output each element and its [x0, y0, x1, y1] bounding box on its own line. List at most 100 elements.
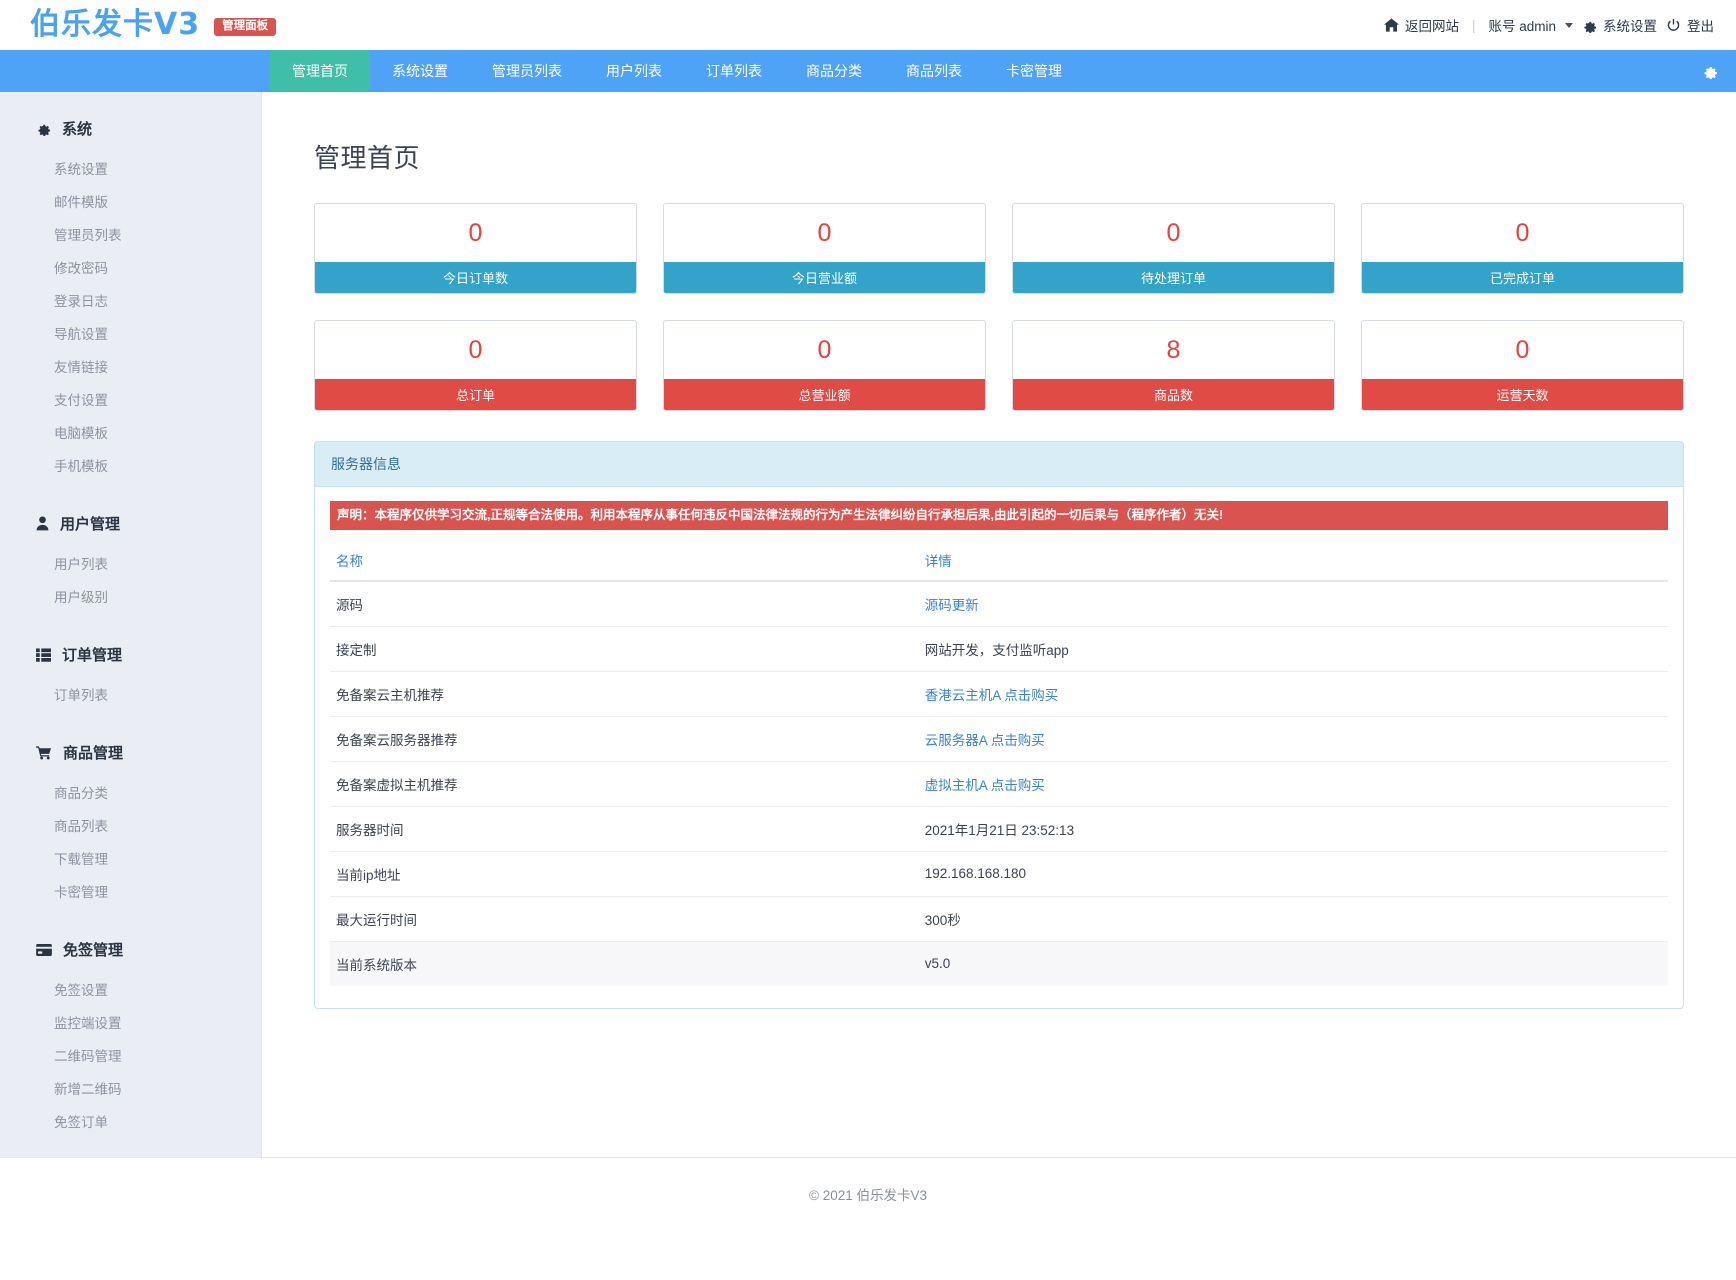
sidebar-item-4-4[interactable]: 免签订单: [0, 1104, 261, 1137]
nav-item-2[interactable]: 管理员列表: [470, 50, 584, 92]
sidebar-group-header-2[interactable]: 订单管理: [0, 632, 261, 677]
top-header: 伯乐发卡V3 管理面板 返回网站 | 账号 admin 系统设置 登出: [0, 0, 1736, 50]
column-header-detail: 详情: [918, 539, 1668, 582]
table-row: 接定制 网站开发，支付监听app: [330, 625, 1668, 672]
account-menu[interactable]: 账号 admin: [1488, 15, 1573, 35]
row-name: 免备案云主机推荐: [330, 670, 919, 717]
row-name: 当前系统版本: [330, 940, 919, 986]
row-detail: v5.0: [918, 940, 1668, 986]
stat-card-row-0: 0 今日订单数 0 今日营业额 0 待处理订单 0 已完成订单: [314, 203, 1684, 294]
logout-link[interactable]: 登出: [1666, 15, 1714, 35]
stat-card-0-3[interactable]: 0 已完成订单: [1361, 203, 1684, 294]
server-info-panel: 服务器信息 声明：本程序仅供学习交流,正规等合法使用。利用本程序从事任何违反中国…: [314, 441, 1684, 1009]
system-settings-label: 系统设置: [1603, 19, 1657, 34]
sidebar-group-1: 用户管理 用户列表 用户级别: [0, 501, 261, 612]
server-info-table: 名称 详情 源码 源码更新 接定制 网站开发，支付监听app 免备案云主机推荐 香港云主机…: [330, 539, 1668, 986]
sidebar-group-header-4[interactable]: 免签管理: [0, 927, 261, 972]
admin-panel-badge: 管理面板: [214, 17, 277, 37]
sidebar-item-0-6[interactable]: 友情链接: [0, 349, 261, 382]
stat-card-0-0[interactable]: 0 今日订单数: [314, 203, 637, 294]
chevron-down-icon: [1565, 22, 1573, 28]
nav-item-1[interactable]: 系统设置: [370, 50, 470, 92]
sidebar-group-title-0: 系统: [62, 121, 93, 138]
sidebar-item-3-2[interactable]: 下载管理: [0, 841, 261, 874]
nav-item-4[interactable]: 订单列表: [684, 50, 784, 92]
row-detail-link[interactable]: 源码更新: [925, 598, 979, 613]
nav-item-5[interactable]: 商品分类: [784, 50, 884, 92]
sidebar-item-1-1[interactable]: 用户级别: [0, 579, 261, 612]
row-detail-link[interactable]: 虚拟主机A 点击购买: [925, 778, 1045, 793]
row-detail: 300秒: [918, 895, 1668, 942]
system-settings-link[interactable]: 系统设置: [1582, 15, 1657, 35]
row-detail-link[interactable]: 云服务器A 点击购买: [925, 733, 1045, 748]
sidebar-item-0-3[interactable]: 修改密码: [0, 250, 261, 283]
disclaimer-alert: 声明：本程序仅供学习交流,正规等合法使用。利用本程序从事任何违反中国法律法规的行…: [330, 501, 1668, 530]
brand[interactable]: 伯乐发卡V3 管理面板: [30, 10, 277, 40]
row-name: 免备案虚拟主机推荐: [330, 760, 919, 807]
nav-item-7[interactable]: 卡密管理: [984, 50, 1084, 92]
row-detail-link[interactable]: 香港云主机A 点击购买: [925, 688, 1059, 703]
stat-label: 待处理订单: [1013, 262, 1334, 293]
gear-icon: [36, 121, 51, 136]
sidebar-item-0-9[interactable]: 手机模板: [0, 448, 261, 481]
sidebar-group-header-3[interactable]: 商品管理: [0, 730, 261, 775]
stat-card-1-2[interactable]: 8 商品数: [1012, 320, 1335, 411]
nav-item-3[interactable]: 用户列表: [584, 50, 684, 92]
sidebar-item-3-0[interactable]: 商品分类: [0, 775, 261, 808]
row-detail: 源码更新: [918, 580, 1668, 627]
stat-card-1-0[interactable]: 0 总订单: [314, 320, 637, 411]
stat-value: 0: [1166, 218, 1181, 247]
account-label: 账号 admin: [1488, 19, 1556, 34]
stat-label: 总营业额: [664, 379, 985, 410]
stat-card-1-3[interactable]: 0 运营天数: [1361, 320, 1684, 411]
sidebar-group-header-1[interactable]: 用户管理: [0, 501, 261, 546]
logout-label: 登出: [1687, 19, 1714, 34]
sidebar-item-1-0[interactable]: 用户列表: [0, 546, 261, 579]
home-icon: [1383, 18, 1399, 32]
nav-item-6[interactable]: 商品列表: [884, 50, 984, 92]
sidebar-item-0-5[interactable]: 导航设置: [0, 316, 261, 349]
stat-value: 0: [1515, 335, 1530, 364]
page-layout: 系统系统设置 邮件模版 管理员列表 修改密码 登录日志 导航设置 友情链接 支付设置 电脑模板手…: [0, 92, 1736, 1157]
stat-card-1-1[interactable]: 0 总营业额: [663, 320, 986, 411]
sidebar-group-header-0[interactable]: 系统: [0, 106, 261, 151]
stat-label: 今日订单数: [315, 262, 636, 293]
sidebar-item-3-3[interactable]: 卡密管理: [0, 874, 261, 907]
sidebar-item-0-1[interactable]: 邮件模版: [0, 184, 261, 217]
stat-value: 0: [468, 218, 483, 247]
table-row: 源码 源码更新: [330, 580, 1668, 627]
gear-icon: [1582, 18, 1597, 33]
stat-label: 已完成订单: [1362, 262, 1683, 293]
sidebar-item-3-1[interactable]: 商品列表: [0, 808, 261, 841]
row-detail: 192.168.168.180: [918, 850, 1668, 897]
sidebar-item-4-3[interactable]: 新增二维码: [0, 1071, 261, 1104]
sidebar-group-4: 免签管理免签设置 监控端设置 二维码管理 新增二维码 免签订单: [0, 927, 261, 1137]
table-row: 免备案云主机推荐 香港云主机A 点击购买: [330, 670, 1668, 717]
sidebar-item-0-8[interactable]: 电脑模板: [0, 415, 261, 448]
sidebar-item-2-0[interactable]: 订单列表: [0, 677, 261, 710]
sidebar-item-0-2[interactable]: 管理员列表: [0, 217, 261, 250]
stat-value: 0: [817, 218, 832, 247]
sidebar-item-4-2[interactable]: 二维码管理: [0, 1038, 261, 1071]
sidebar-item-0-7[interactable]: 支付设置: [0, 382, 261, 415]
navbar-settings-button[interactable]: [1684, 50, 1736, 92]
table-header-row: 名称 详情: [330, 539, 1668, 582]
sidebar-item-4-1[interactable]: 监控端设置: [0, 1005, 261, 1038]
nav-item-0[interactable]: 管理首页: [270, 50, 370, 92]
user-icon: [36, 516, 49, 531]
stat-card-0-2[interactable]: 0 待处理订单: [1012, 203, 1335, 294]
sidebar-item-0-0[interactable]: 系统设置: [0, 151, 261, 184]
sidebar-group-title-4: 免签管理: [63, 942, 124, 959]
stat-card-0-1[interactable]: 0 今日营业额: [663, 203, 986, 294]
sidebar-item-0-4[interactable]: 登录日志: [0, 283, 261, 316]
table-row: 最大运行时间 300秒: [330, 895, 1668, 942]
sidebar-item-4-0[interactable]: 免签设置: [0, 972, 261, 1005]
main-content: 管理首页 0 今日订单数 0 今日营业额 0 待处理订单 0 已完成订单 0 总订单 0 总营业额 8 商…: [262, 92, 1736, 1157]
stat-value: 0: [468, 335, 483, 364]
card-icon: [36, 943, 52, 956]
back-to-site-link[interactable]: 返回网站: [1383, 15, 1459, 35]
back-to-site-label: 返回网站: [1404, 19, 1459, 34]
